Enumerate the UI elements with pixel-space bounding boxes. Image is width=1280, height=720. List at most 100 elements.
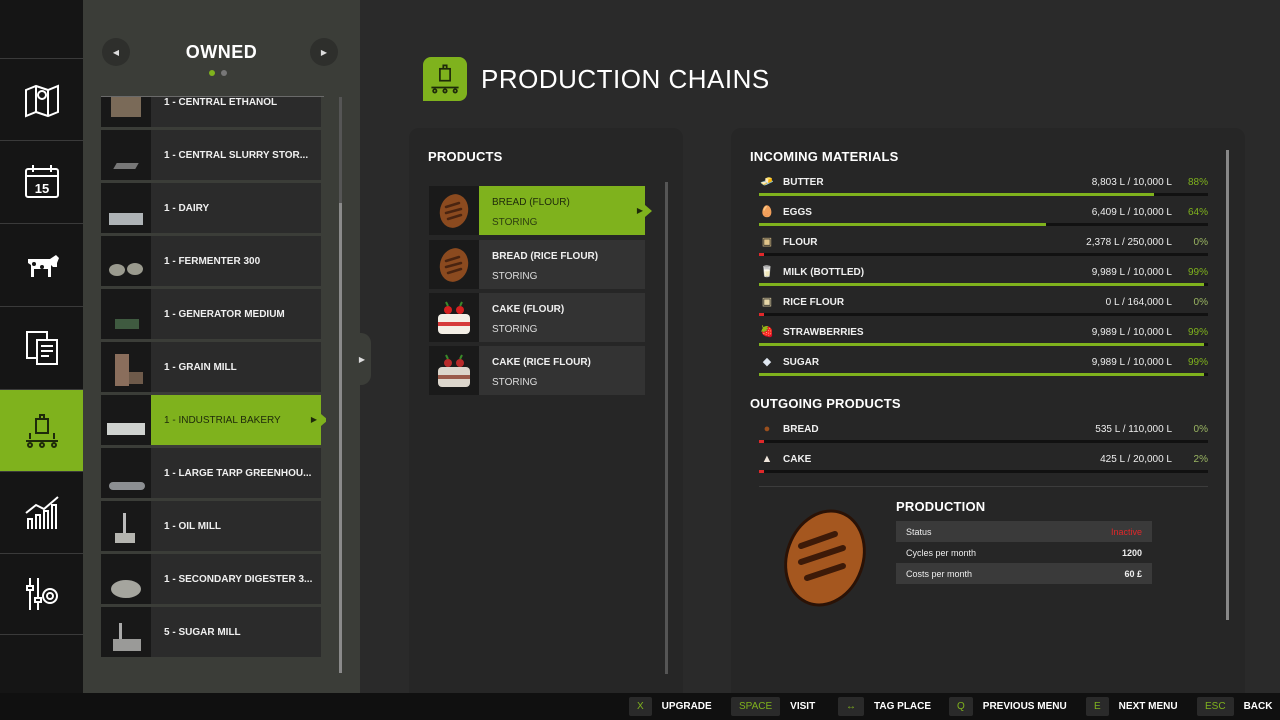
next-page-button[interactable]: ▶ xyxy=(310,38,338,66)
fill-level-bar-fill xyxy=(759,343,1204,346)
fill-level-bar xyxy=(759,253,1208,256)
page-title: PRODUCTION CHAINS xyxy=(481,64,770,94)
thumbnail xyxy=(101,130,151,180)
upgrade-hint[interactable]: X UPGRADE xyxy=(629,697,712,716)
owned-item-dairy[interactable]: 1 - DAIRY xyxy=(101,183,321,233)
key-badge: ESC xyxy=(1197,697,1234,716)
owned-list-scrollbar[interactable] xyxy=(339,97,342,673)
chart-icon xyxy=(24,495,59,529)
hint-label: NEXT MENU xyxy=(1118,701,1178,712)
page-dot[interactable] xyxy=(221,70,227,76)
prev-page-button[interactable]: ◀ xyxy=(102,38,130,66)
next-menu-hint[interactable]: E NEXT MENU xyxy=(1086,697,1178,716)
sliders-gear-icon xyxy=(25,578,58,610)
rail-item-statistics[interactable] xyxy=(0,471,83,553)
products-title: PRODUCTS xyxy=(428,149,503,164)
key-badge: Q xyxy=(949,697,973,716)
arrow-left-icon: ◀ xyxy=(112,47,120,57)
thumbnail xyxy=(101,501,151,551)
hint-label: PREVIOUS MENU xyxy=(982,701,1067,712)
owned-item-oil-mill[interactable]: 1 - OIL MILL xyxy=(101,501,321,551)
material-name: BREAD xyxy=(783,424,819,435)
products-panel: PRODUCTS BREAD (FLOUR) STORING ▶ BREAD (R… xyxy=(409,128,683,693)
scrollbar-thumb[interactable] xyxy=(339,203,342,673)
owned-item-label: 1 - CENTRAL SLURRY STOR... xyxy=(164,149,309,161)
outgoing-products-title: OUTGOING PRODUCTS xyxy=(750,396,901,411)
bread-icon: ● xyxy=(763,423,771,435)
product-item-cake-flour[interactable]: CAKE (FLOUR) STORING xyxy=(429,293,645,342)
products-scrollbar[interactable] xyxy=(665,182,668,674)
product-name: CAKE (RICE FLOUR) xyxy=(492,357,591,368)
cycles-label: Cycles per month xyxy=(906,547,977,558)
product-name: BREAD (RICE FLOUR) xyxy=(492,251,599,262)
fill-level-bar-fill xyxy=(759,283,1204,286)
owned-item-sugar-mill[interactable]: 5 - SUGAR MILL xyxy=(101,607,321,657)
owned-item-label: 1 - GRAIN MILL xyxy=(164,361,237,373)
visit-hint[interactable]: SPACE VISIT xyxy=(731,697,815,716)
thumbnail xyxy=(101,395,151,445)
product-item-cake-rice-flour[interactable]: CAKE (RICE FLOUR) STORING xyxy=(429,346,645,395)
product-name: CAKE (FLOUR) xyxy=(492,304,565,315)
owned-item-secondary-digester[interactable]: 1 - SECONDARY DIGESTER 3... xyxy=(101,554,321,604)
selected-arrow-icon: ▶ xyxy=(310,415,317,424)
back-hint[interactable]: ESC BACK xyxy=(1197,697,1272,716)
owned-item-grain-mill[interactable]: 1 - GRAIN MILL xyxy=(101,342,321,392)
material-percent: 88% xyxy=(1187,177,1208,188)
material-name: EGGS xyxy=(783,207,812,218)
rail-item-settings[interactable] xyxy=(0,553,83,635)
product-item-bread-rice-flour[interactable]: BREAD (RICE FLOUR) STORING xyxy=(429,240,645,289)
material-amount: 9,989 L / 10,000 L xyxy=(1091,357,1172,368)
key-badge: X xyxy=(629,697,652,716)
main-menu-rail: 15 xyxy=(0,0,90,693)
status-value: Inactive xyxy=(1110,526,1142,537)
hint-label: VISIT xyxy=(790,701,816,712)
key-badge: E xyxy=(1086,697,1109,716)
material-row-eggs: 🥚 EGGS 6,409 L / 10,000 L 64% xyxy=(759,205,1208,231)
tag-place-hint[interactable]: ↔ TAG PLACE xyxy=(838,697,931,716)
material-amount: 2,378 L / 250,000 L xyxy=(1086,237,1172,248)
eggs-icon: 🥚 xyxy=(760,206,774,218)
fill-level-bar xyxy=(759,313,1208,316)
production-stats-table: Status Inactive Cycles per month 1200 Cost… xyxy=(896,521,1152,584)
owned-item-label: 1 - FERMENTER 300 xyxy=(164,255,261,267)
rail-item-animals[interactable] xyxy=(0,223,83,305)
calendar-icon: 15 xyxy=(24,164,59,198)
owned-item-label: 1 - SECONDARY DIGESTER 3... xyxy=(164,573,313,585)
owned-item-label: 1 - OIL MILL xyxy=(164,520,222,532)
fill-level-bar xyxy=(759,283,1208,286)
material-row-strawberries: 🍓 STRAWBERRIES 9,989 L / 10,000 L 99% xyxy=(759,325,1208,351)
previous-menu-hint[interactable]: Q PREVIOUS MENU xyxy=(949,697,1067,716)
section-divider xyxy=(759,486,1208,487)
rail-item-calendar[interactable]: 15 xyxy=(0,140,83,222)
product-status: STORING xyxy=(492,271,538,282)
product-item-bread-flour[interactable]: BREAD (FLOUR) STORING ▶ xyxy=(429,186,652,235)
milk-icon: 🥛 xyxy=(760,266,774,278)
bread-icon xyxy=(429,186,479,235)
owned-item-central-slurry[interactable]: 1 - CENTRAL SLURRY STOR... xyxy=(101,130,321,180)
rail-item-map[interactable] xyxy=(0,58,83,140)
owned-panel: ◀ OWNED ▶ 1 - CENTRAL ETHANOL 1 - CENTRA… xyxy=(83,0,360,693)
owned-header: ◀ OWNED ▶ xyxy=(83,34,360,74)
rail-item-contracts[interactable] xyxy=(0,306,83,388)
production-title: PRODUCTION xyxy=(896,499,986,514)
fill-level-bar xyxy=(759,193,1208,196)
rail-item-production[interactable] xyxy=(0,389,90,471)
incoming-materials-title: INCOMING MATERIALS xyxy=(750,149,899,164)
owned-item-industrial-bakery[interactable]: 1 - INDUSTRIAL BAKERY ▶ xyxy=(101,395,326,445)
owned-item-central-ethanol[interactable]: 1 - CENTRAL ETHANOL xyxy=(101,97,321,127)
material-name: FLOUR xyxy=(783,237,818,248)
owned-item-fermenter[interactable]: 1 - FERMENTER 300 xyxy=(101,236,321,286)
collapse-panel-toggle[interactable]: ▶ xyxy=(353,333,371,385)
material-amount: 0 L / 164,000 L xyxy=(1105,297,1172,308)
bottom-hint-bar: X UPGRADE SPACE VISIT ↔ TAG PLACE Q PREVIOUS… xyxy=(0,693,1280,720)
cake-icon xyxy=(429,346,479,395)
cow-icon xyxy=(27,254,59,277)
key-badge: ↔ xyxy=(838,697,864,716)
owned-item-tarp-greenhouse[interactable]: 1 - LARGE TARP GREENHOU... xyxy=(101,448,321,498)
details-scrollbar[interactable] xyxy=(1226,150,1229,620)
costs-label: Costs per month xyxy=(906,568,973,579)
owned-item-generator[interactable]: 1 - GENERATOR MEDIUM xyxy=(101,289,321,339)
material-row-sugar: ◆ SUGAR 9,989 L / 10,000 L 99% xyxy=(759,355,1208,381)
material-percent: 99% xyxy=(1187,327,1208,338)
strawberry-icon: 🍓 xyxy=(760,326,774,338)
